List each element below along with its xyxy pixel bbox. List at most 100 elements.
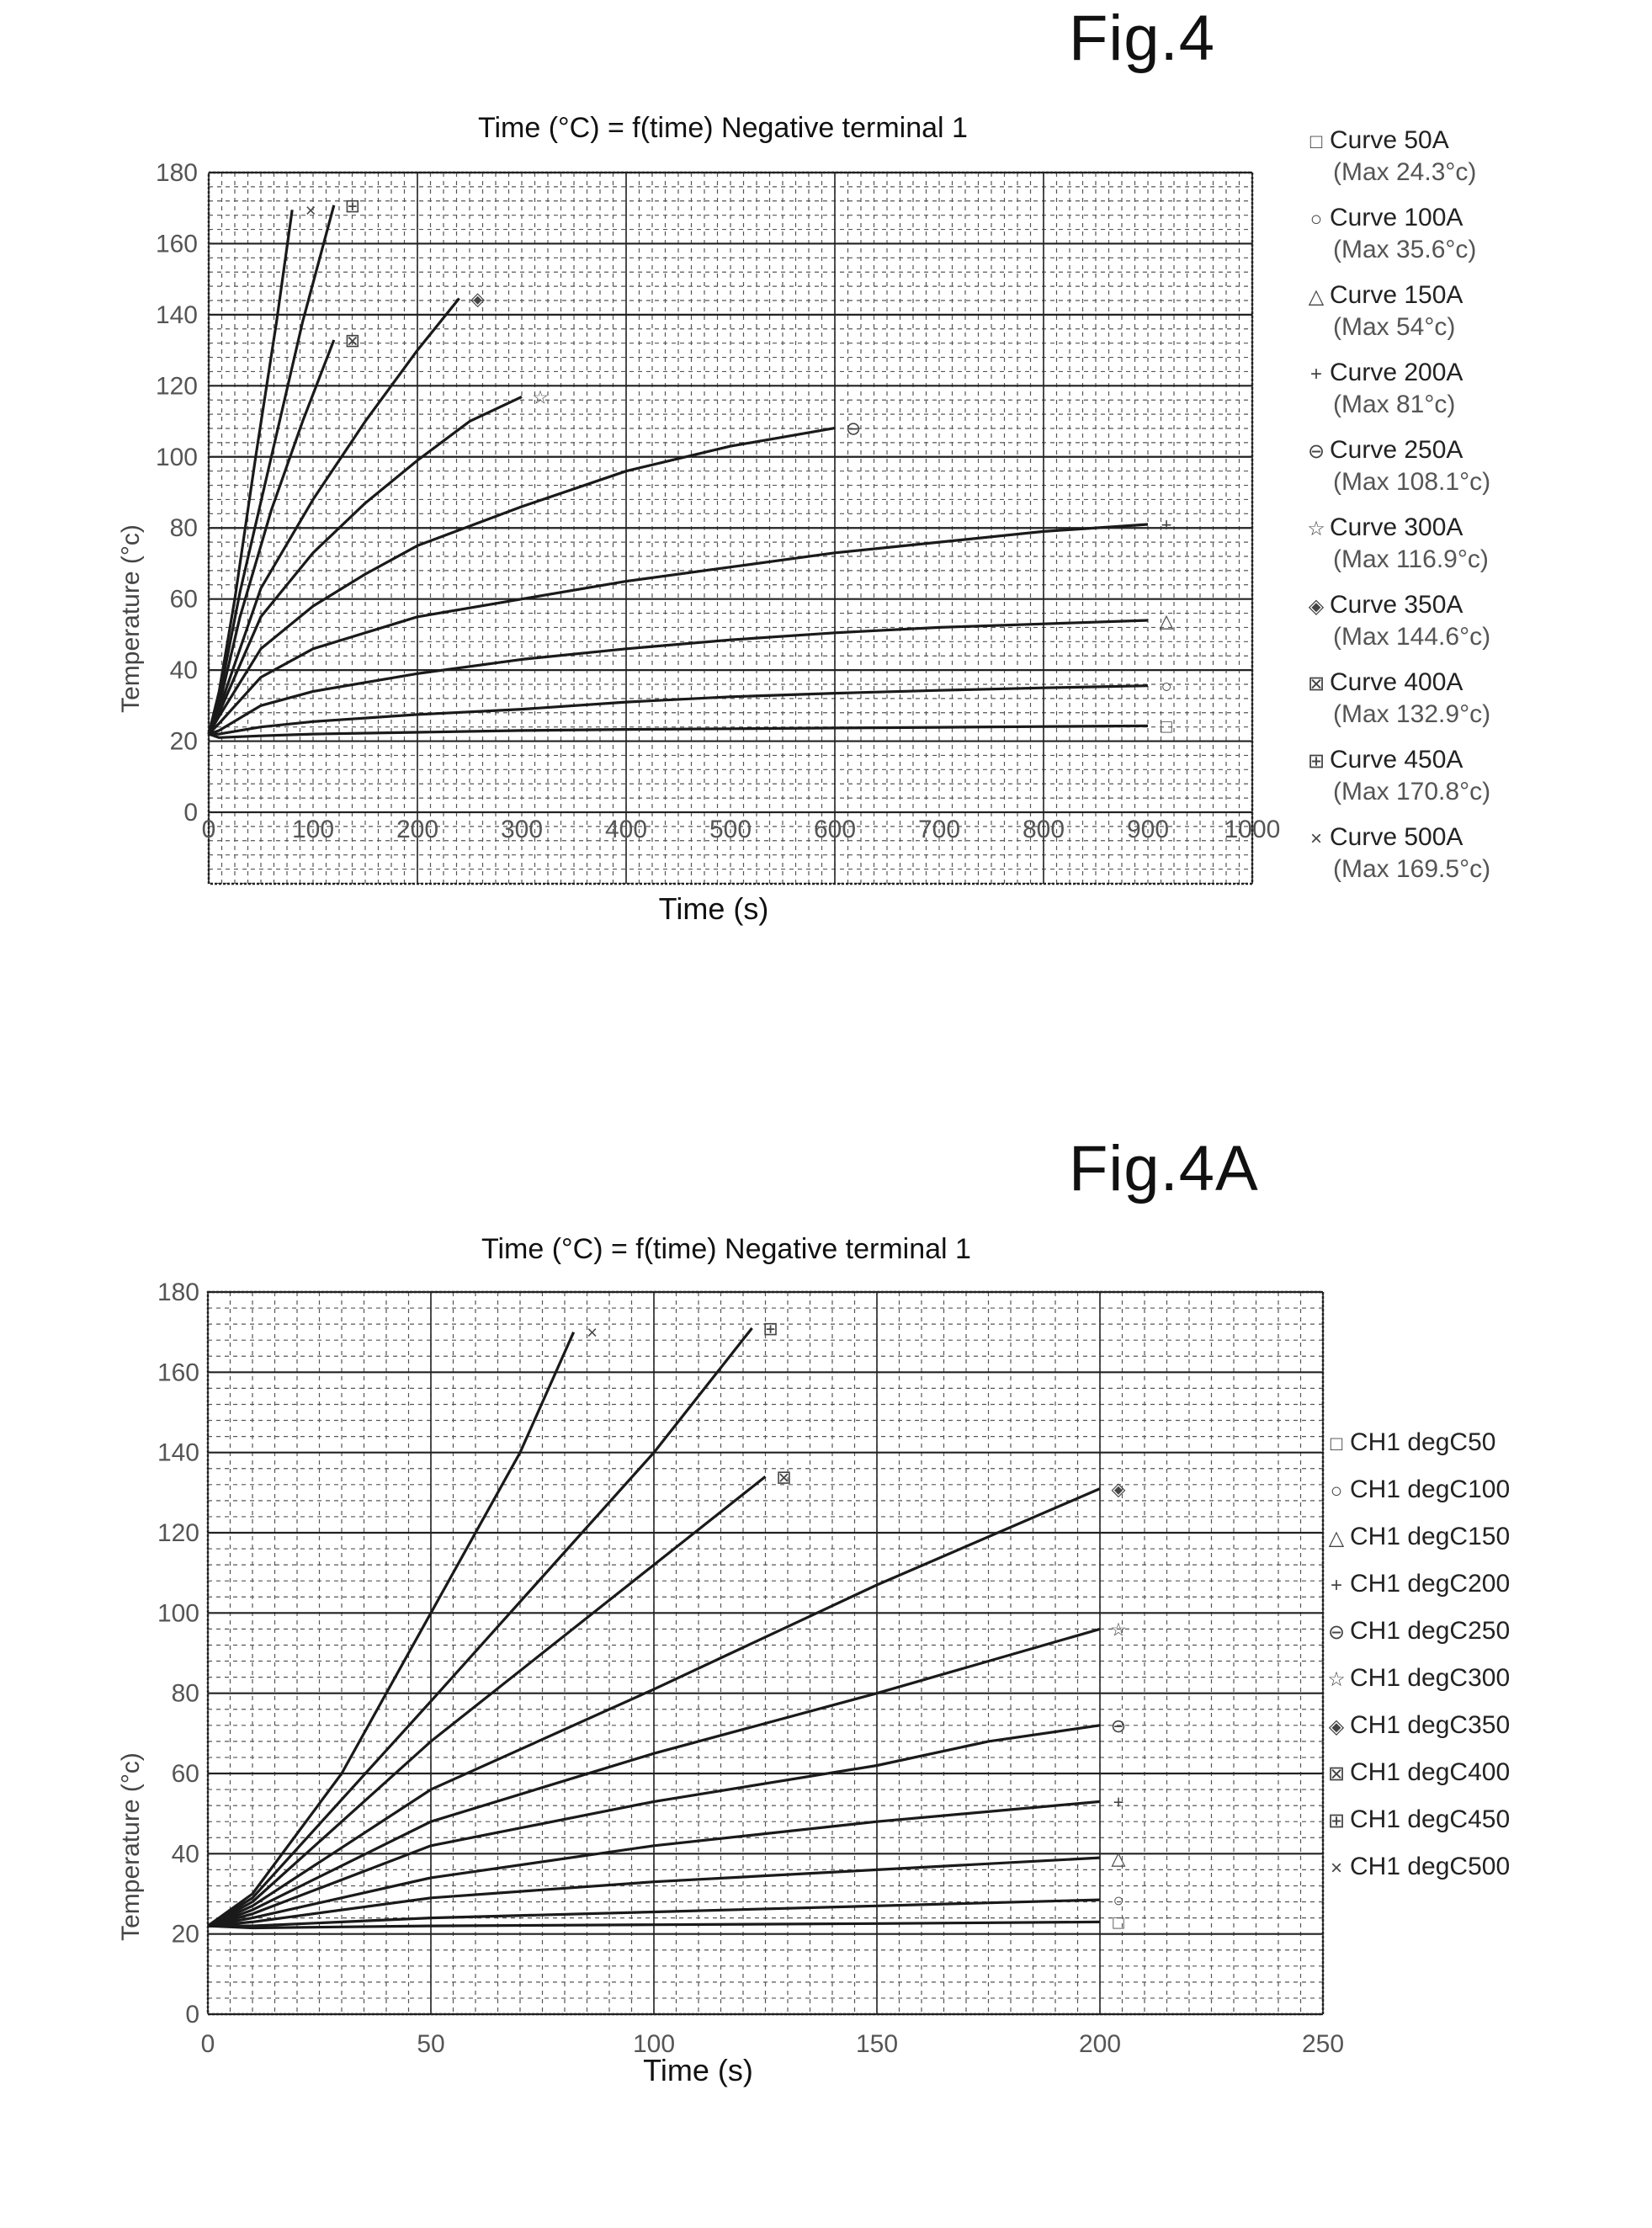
y-tick-label: 40	[170, 657, 198, 684]
legend-item: ⊖ CH1 degC250	[1323, 1615, 1510, 1647]
y-tick-label: 140	[156, 301, 198, 329]
legend-marker-icon: ×	[1330, 1857, 1342, 1880]
x-tick-label: 250	[1302, 2030, 1344, 2058]
legend-max-value: (Max 108.1°c)	[1333, 467, 1491, 496]
legend-label: Curve 150A	[1330, 281, 1463, 309]
y-tick-label: 100	[157, 1599, 199, 1627]
legend-marker-icon: ⊞	[1307, 750, 1325, 773]
y-tick-label: 20	[170, 728, 198, 756]
legend-marker-icon: ⊠	[1307, 673, 1325, 695]
legend-max-value: (Max 81°c)	[1333, 390, 1456, 418]
legend-item: ○ Curve 100A (Max 35.6°c)	[1303, 202, 1477, 265]
legend-item: × Curve 500A (Max 169.5°c)	[1303, 822, 1490, 885]
legend-label: Curve 500A	[1330, 823, 1463, 851]
y-tick-label: 0	[183, 799, 198, 827]
legend-item: × CH1 degC500	[1323, 1851, 1510, 1883]
x-tick-label: 400	[605, 816, 647, 843]
legend-item: ☆ Curve 300A (Max 116.9°c)	[1303, 512, 1489, 575]
y-tick-label: 160	[157, 1359, 199, 1386]
legend-item: ◈ CH1 degC350	[1323, 1710, 1510, 1741]
legend-max-value: (Max 35.6°c)	[1333, 235, 1477, 263]
series-end-marker: +	[1161, 514, 1172, 535]
legend-marker-icon: ⊖	[1327, 1621, 1346, 1644]
series-end-marker: ☆	[532, 386, 549, 407]
legend-marker-icon: △	[1328, 1527, 1345, 1550]
legend-max-value: (Max 132.9°c)	[1333, 699, 1491, 728]
legend-label: Curve 50A	[1330, 126, 1449, 154]
series-end-marker: ☆	[1110, 1619, 1127, 1640]
series-end-marker: ○	[1161, 676, 1171, 697]
legend-label: CH1 degC500	[1350, 1853, 1511, 1880]
y-tick-label: 180	[156, 159, 198, 187]
series-end-marker: □	[1113, 1912, 1123, 1933]
legend-label: Curve 100A	[1330, 204, 1463, 231]
legend-label: Curve 300A	[1330, 513, 1463, 541]
y-tick-label: 20	[172, 1921, 199, 1949]
y-tick-label: 40	[172, 1840, 199, 1868]
legend-label: CH1 degC150	[1350, 1523, 1511, 1550]
series-end-marker: □	[1161, 715, 1171, 736]
x-tick-label: 200	[396, 816, 438, 843]
x-tick-label: 700	[918, 816, 960, 843]
series-line-ch1-degc500	[207, 1332, 576, 1928]
legend-label: CH1 degC350	[1350, 1711, 1511, 1739]
x-tick-label: 300	[501, 816, 543, 843]
x-tick-label: 600	[814, 816, 856, 843]
legend-marker-icon: +	[1330, 1574, 1342, 1597]
series-end-marker: +	[1113, 1791, 1124, 1812]
legend-label: CH1 degC300	[1350, 1664, 1511, 1692]
series-line-ch1-degc400	[207, 1476, 767, 1928]
y-tick-label: 120	[157, 1519, 199, 1547]
legend-max-value: (Max 170.8°c)	[1333, 777, 1491, 806]
legend-label: CH1 degC200	[1350, 1570, 1511, 1598]
legend-label: Curve 400A	[1330, 668, 1463, 696]
y-tick-label: 0	[185, 2001, 199, 2029]
x-tick-label: 500	[709, 816, 752, 843]
legend-label: Curve 250A	[1330, 436, 1463, 464]
legend-max-value: (Max 169.5°c)	[1333, 854, 1491, 883]
legend-item: □ CH1 degC50	[1323, 1427, 1496, 1459]
legend-marker-icon: ⊞	[1327, 1810, 1346, 1832]
y-tick-label: 60	[170, 586, 198, 614]
y-tick-label: 180	[157, 1279, 199, 1306]
legend-marker-icon: ×	[1309, 827, 1322, 850]
legend-marker-icon: △	[1308, 285, 1325, 308]
legend-marker-icon: ☆	[1307, 518, 1325, 540]
series-end-marker: ⊖	[846, 418, 861, 439]
series-end-marker: ○	[1113, 1890, 1123, 1911]
y-axis-label: Temperature (°c)	[117, 524, 145, 713]
legend-marker-icon: □	[1309, 130, 1323, 153]
y-tick-label: 140	[157, 1439, 199, 1467]
legend-marker-icon: ☆	[1327, 1668, 1346, 1691]
legend-max-value: (Max 116.9°c)	[1333, 545, 1489, 573]
legend-max-value: (Max 24.3°c)	[1333, 157, 1477, 186]
legend-max-value: (Max 144.6°c)	[1333, 622, 1491, 651]
x-tick-label: 150	[856, 2030, 898, 2058]
x-tick-label: 800	[1023, 816, 1065, 843]
series-end-marker: ×	[305, 199, 316, 221]
series-end-marker: ◈	[1112, 1479, 1126, 1500]
series-end-marker: ⊠	[345, 330, 360, 351]
y-tick-label: 80	[172, 1680, 199, 1708]
y-axis-label: Temperature (°c)	[117, 1752, 145, 1941]
legend-label: CH1 degC450	[1350, 1805, 1511, 1833]
x-tick-label: 900	[1127, 816, 1169, 843]
series-end-marker: ⊠	[776, 1466, 791, 1487]
series-end-marker: ◈	[470, 288, 485, 309]
series-end-marker: ⊖	[1111, 1715, 1126, 1736]
legend-item: ◈ Curve 350A (Max 144.6°c)	[1303, 589, 1490, 652]
series-end-marker: ×	[587, 1322, 598, 1343]
legend-marker-icon: ⊖	[1307, 440, 1325, 463]
series-end-marker: ⊞	[345, 195, 360, 216]
legend-label: Curve 350A	[1330, 591, 1463, 619]
x-tick-label: 0	[201, 2030, 215, 2058]
legend-label: Curve 450A	[1330, 746, 1463, 774]
legend-item: △ CH1 degC150	[1323, 1521, 1510, 1553]
legend-item: ⊞ Curve 450A (Max 170.8°c)	[1303, 744, 1490, 807]
x-axis-label: Time (s)	[659, 891, 769, 926]
legend-item: □ Curve 50A (Max 24.3°c)	[1303, 125, 1477, 188]
y-tick-label: 120	[156, 372, 198, 400]
legend-max-value: (Max 54°c)	[1333, 312, 1456, 341]
x-tick-label: 1000	[1224, 816, 1281, 843]
legend-item: ☆ CH1 degC300	[1323, 1662, 1510, 1694]
